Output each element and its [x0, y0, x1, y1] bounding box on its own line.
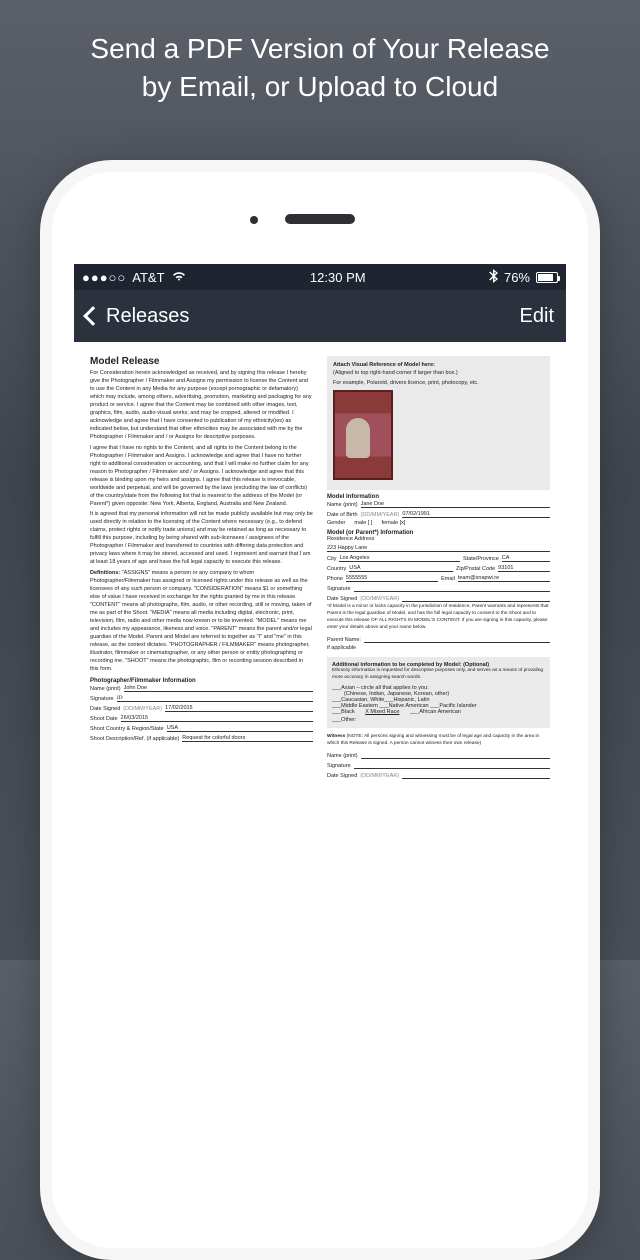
- back-label: Releases: [106, 305, 189, 328]
- promo-headline: Send a PDF Version of Your Release by Em…: [0, 0, 640, 126]
- attach-box: Attach Visual Reference of Model here: (…: [327, 356, 550, 490]
- photog-date-row: Date Signed (DD/MM/YEAR) 17/02/2015: [90, 704, 313, 712]
- carrier-label: AT&T: [132, 270, 164, 285]
- wifi-icon: [171, 269, 187, 285]
- doc-title: Model Release: [90, 356, 313, 367]
- shoot-desc-row: Shoot Description/Ref. (if applicable) R…: [90, 734, 313, 742]
- nav-bar: Releases Edit: [74, 290, 566, 342]
- doc-definitions: Definitions: "ASSIGNS" means a person or…: [90, 570, 313, 674]
- doc-para-2: I agree that I have no rights to the Con…: [90, 445, 313, 509]
- chevron-left-icon: [83, 306, 103, 326]
- model-photo-thumb: [333, 390, 393, 480]
- camera-dot: [250, 216, 258, 224]
- status-bar: ●●●○○ AT&T 12:30 PM 76%: [74, 264, 566, 290]
- doc-right-column: Attach Visual Reference of Model here: (…: [327, 356, 550, 1142]
- speaker-slot: [285, 214, 355, 224]
- device-frame: ●●●○○ AT&T 12:30 PM 76%: [40, 160, 600, 1260]
- photog-sig-row: Signature JD: [90, 694, 313, 702]
- battery-icon: [536, 272, 558, 283]
- document-preview[interactable]: Model Release For Consideration herein a…: [74, 342, 566, 1156]
- battery-label: 76%: [504, 270, 530, 285]
- device-inner: ●●●○○ AT&T 12:30 PM 76%: [52, 172, 588, 1248]
- shoot-date-row: Shoot Date 26/03/2015: [90, 714, 313, 722]
- doc-para-1: For Consideration herein acknowledged as…: [90, 370, 313, 442]
- bluetooth-icon: [489, 269, 498, 286]
- edit-button[interactable]: Edit: [520, 305, 554, 328]
- signal-icon: ●●●○○: [82, 270, 126, 285]
- parent-note: *If Model is a minor or lacks capacity i…: [327, 604, 550, 632]
- doc-left-column: Model Release For Consideration herein a…: [90, 356, 313, 1142]
- time-label: 12:30 PM: [310, 270, 366, 285]
- screen: ●●●○○ AT&T 12:30 PM 76%: [74, 264, 566, 1156]
- back-button[interactable]: Releases: [86, 305, 189, 328]
- optional-box: Additional information to be completed b…: [327, 657, 550, 728]
- doc-para-3: It is agreed that my personal informatio…: [90, 511, 313, 567]
- shoot-country-row: Shoot Country & Region/State USA: [90, 724, 313, 732]
- promo-line1: Send a PDF Version of Your Release: [40, 30, 600, 68]
- photog-name-row: Name (print) John Doe: [90, 684, 313, 692]
- promo-line2: by Email, or Upload to Cloud: [40, 68, 600, 106]
- witness-note: Witness (NOTE: All persons signing and w…: [327, 734, 550, 748]
